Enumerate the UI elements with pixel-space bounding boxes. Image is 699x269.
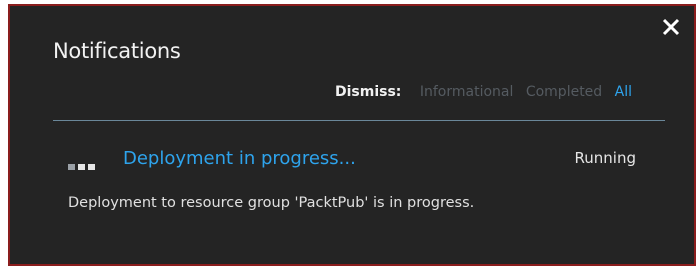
dismiss-label: Dismiss:	[335, 84, 402, 100]
close-icon	[662, 18, 680, 36]
notification-status: Running	[574, 149, 636, 167]
filter-all[interactable]: All	[615, 84, 632, 100]
close-button[interactable]	[660, 16, 682, 38]
divider	[53, 120, 665, 121]
filter-informational[interactable]: Informational	[420, 84, 514, 100]
notification-title-link[interactable]: Deployment in progress...	[123, 148, 356, 169]
panel-title: Notifications	[53, 39, 181, 63]
progress-dots-icon	[68, 155, 106, 170]
dismiss-filter-row: Dismiss: Informational Completed All	[335, 84, 632, 100]
notification-description: Deployment to resource group 'PacktPub' …	[68, 195, 475, 211]
filter-completed[interactable]: Completed	[526, 84, 602, 100]
notifications-panel: Notifications Dismiss: Informational Com…	[8, 4, 696, 266]
